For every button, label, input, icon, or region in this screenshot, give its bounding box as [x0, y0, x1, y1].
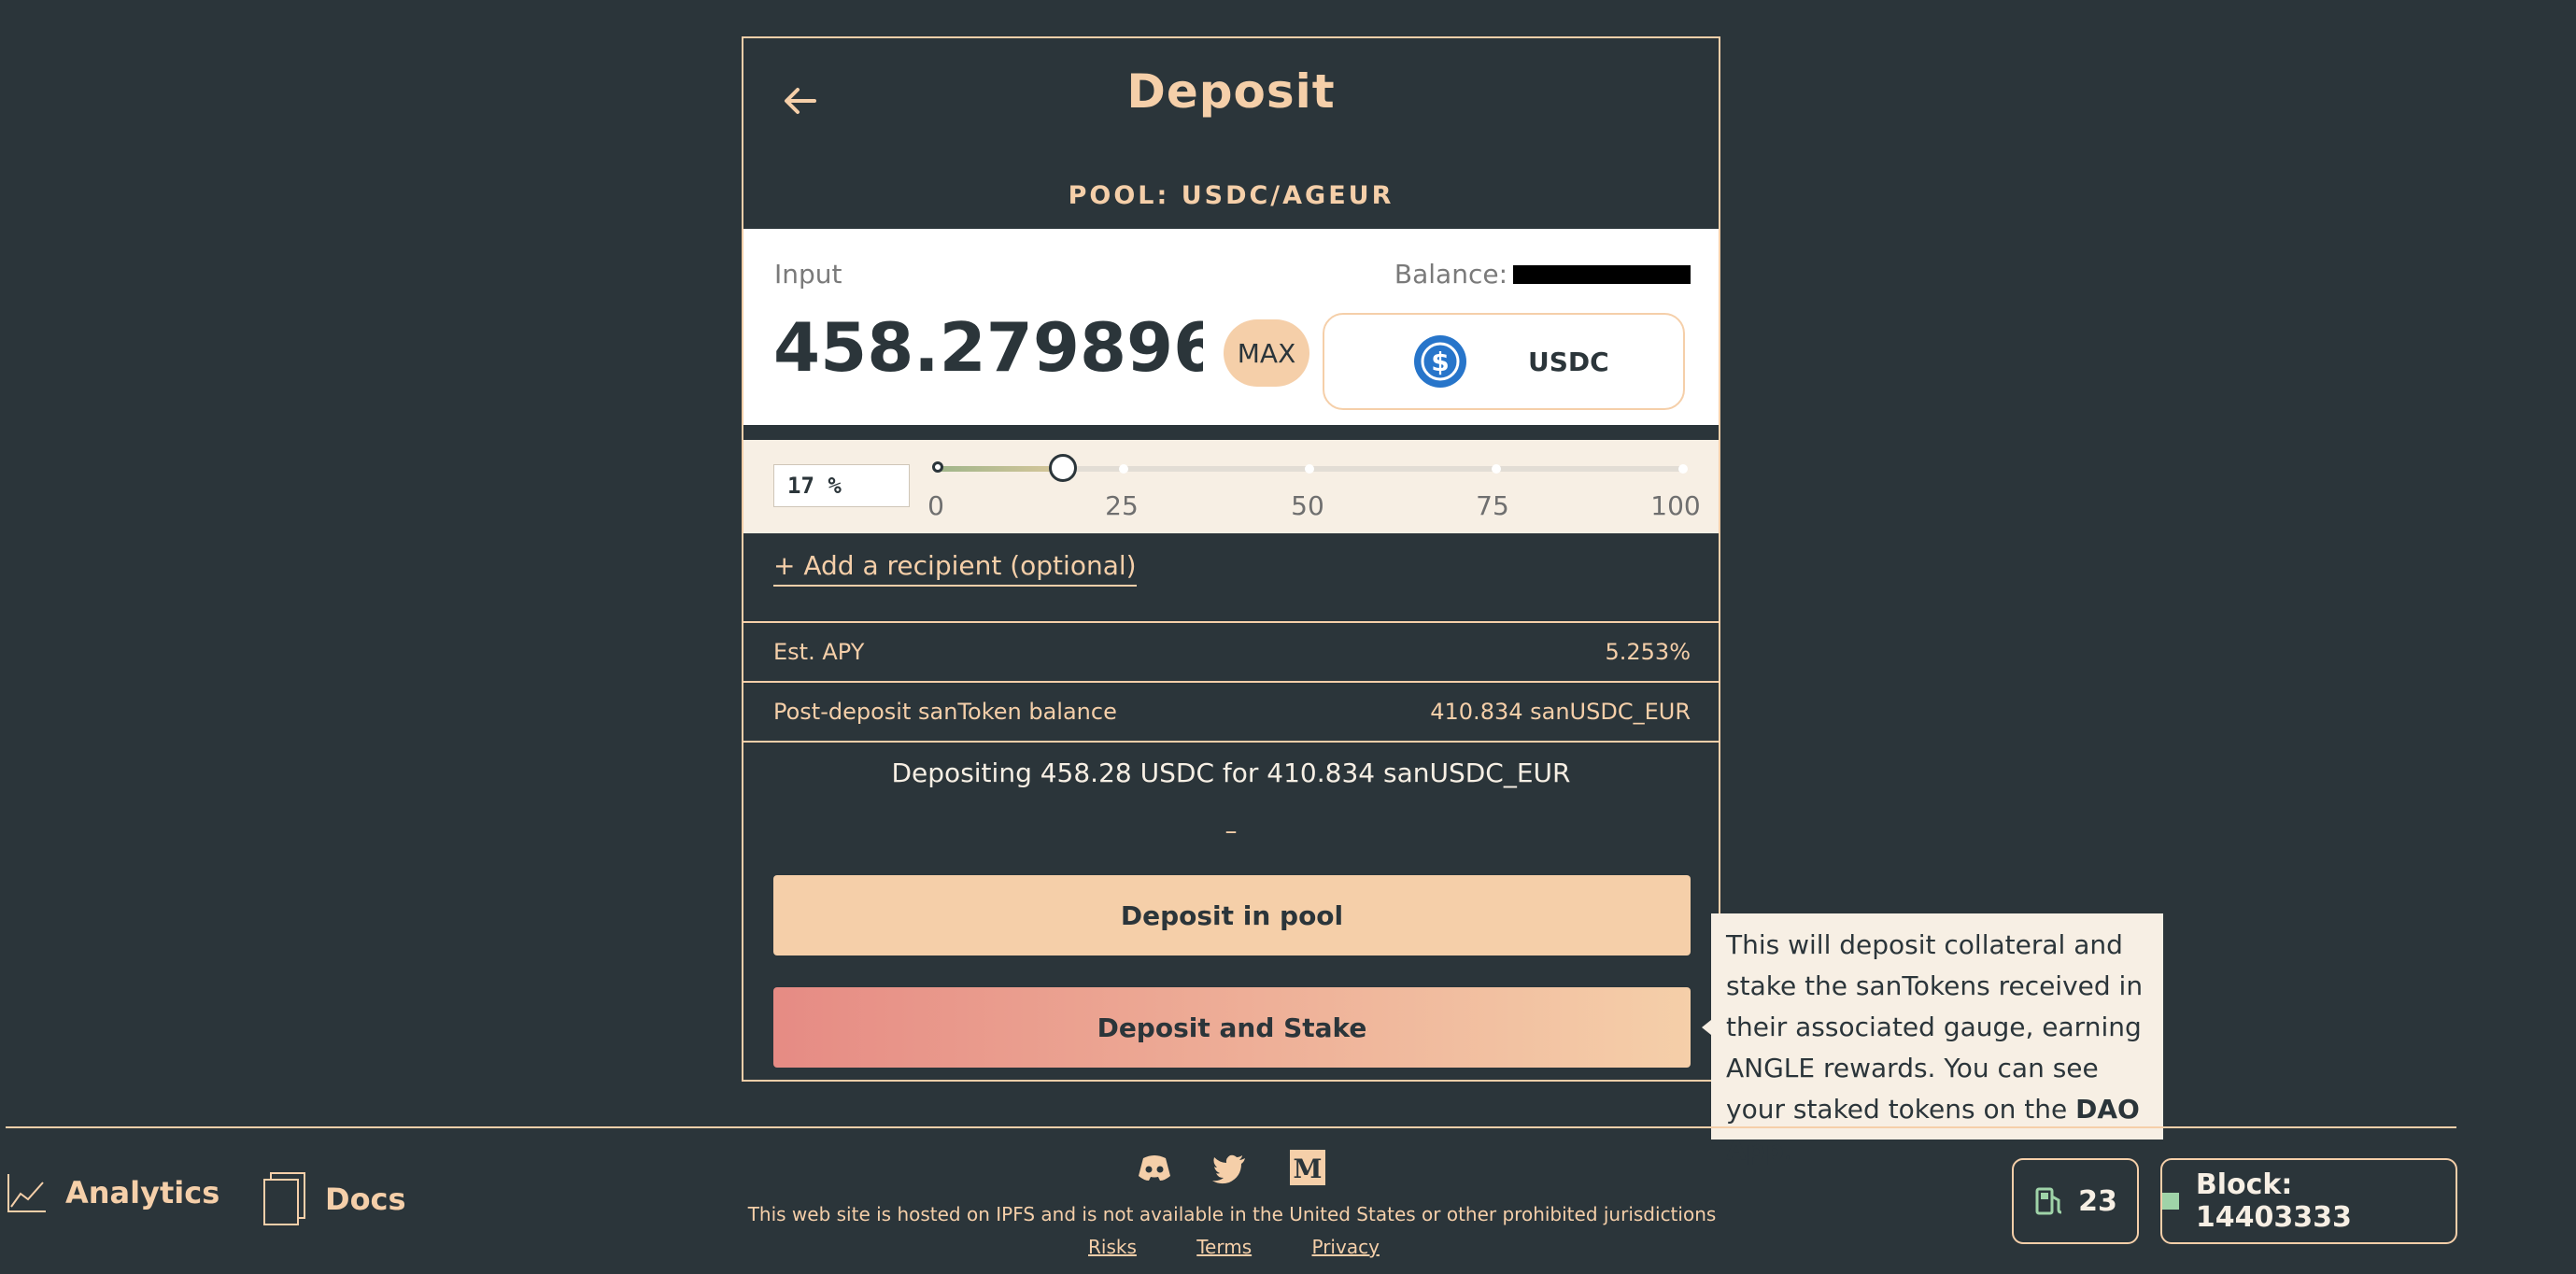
percentage-slider-panel: 17 % 0 25 50 75 100 [743, 440, 1719, 533]
svg-text:$: $ [1431, 347, 1449, 377]
slider-tick-dot [1119, 464, 1128, 474]
input-label: Input [774, 259, 842, 290]
deposit-header: Deposit POOL: USDC/AGEUR [743, 38, 1719, 229]
amount-input[interactable] [771, 307, 1205, 388]
balance-label: Balance: [1394, 259, 1507, 290]
medium-icon[interactable]: M [1289, 1149, 1326, 1186]
slider-tick-dot [1678, 464, 1688, 474]
gas-pump-icon [2035, 1187, 2062, 1215]
twitter-icon[interactable] [1210, 1149, 1248, 1186]
santoken-balance-value: 410.834 sanUSDC_EUR [1430, 699, 1691, 725]
pool-label: POOL: USDC/AGEUR [1068, 181, 1394, 210]
summary-dash: – [1224, 817, 1238, 845]
token-select[interactable]: $ USDC [1323, 313, 1685, 410]
stake-tooltip: This will deposit collateral and stake t… [1711, 913, 2163, 1166]
balance-redacted [1513, 264, 1691, 284]
risks-link[interactable]: Risks [1088, 1236, 1137, 1258]
gas-price-indicator: 23 [2012, 1158, 2139, 1244]
deposit-in-pool-button[interactable]: Deposit in pool [773, 875, 1691, 956]
token-name: USDC [1528, 347, 1609, 377]
discord-icon[interactable] [1136, 1149, 1173, 1186]
apy-label: Est. APY [773, 639, 865, 665]
slider-track[interactable] [932, 454, 1688, 482]
tooltip-end: . [1783, 1135, 1792, 1166]
balance-display: Balance: [1394, 259, 1691, 290]
apy-value: 5.253% [1605, 639, 1691, 665]
page-title: Deposit [1126, 64, 1336, 119]
usdc-icon: $ [1414, 335, 1466, 388]
terms-link[interactable]: Terms [1196, 1236, 1252, 1258]
block-number: Block: 14403333 [2195, 1168, 2352, 1234]
santoken-balance-row: Post-deposit sanToken balance 410.834 sa… [743, 683, 1719, 741]
slider-tick-label: 100 [1650, 490, 1701, 521]
percent-input[interactable]: 17 % [773, 464, 910, 507]
footer-links: Risks Terms Privacy [1088, 1236, 1434, 1258]
privacy-link[interactable]: Privacy [1312, 1236, 1380, 1258]
gas-value: 23 [2078, 1184, 2117, 1218]
slider-start-marker [932, 461, 943, 473]
slider-tick-label: 75 [1476, 490, 1509, 521]
apy-row: Est. APY 5.253% [743, 623, 1719, 681]
deposit-summary: Depositing 458.28 USDC for 410.834 sanUS… [891, 757, 1571, 788]
slider-tick-dot [1305, 464, 1314, 474]
slider-thumb[interactable] [1049, 454, 1077, 482]
deposit-and-stake-button[interactable]: Deposit and Stake [773, 987, 1691, 1068]
slider-tick-dot [1492, 464, 1501, 474]
santoken-balance-label: Post-deposit sanToken balance [773, 699, 1117, 725]
divider [743, 741, 1719, 743]
slider-tick-label: 25 [1105, 490, 1139, 521]
max-button[interactable]: MAX [1224, 319, 1309, 387]
panel-divider [743, 425, 1719, 440]
input-panel: Input Balance: MAX $ USDC [743, 229, 1719, 425]
tooltip-arrow [1702, 1020, 1711, 1035]
footer-divider [6, 1126, 2456, 1128]
svg-text:M: M [1294, 1154, 1323, 1184]
slider-tick-label: 0 [927, 490, 944, 521]
deposit-card: Deposit POOL: USDC/AGEUR Input Balance: … [742, 36, 1720, 1082]
slider-fill [936, 466, 1063, 472]
add-recipient-link[interactable]: + Add a recipient (optional) [773, 550, 1137, 587]
slider-tick-label: 50 [1291, 490, 1324, 521]
block-indicator: Block: 14403333 [2160, 1158, 2457, 1244]
block-status-icon [2162, 1193, 2179, 1210]
